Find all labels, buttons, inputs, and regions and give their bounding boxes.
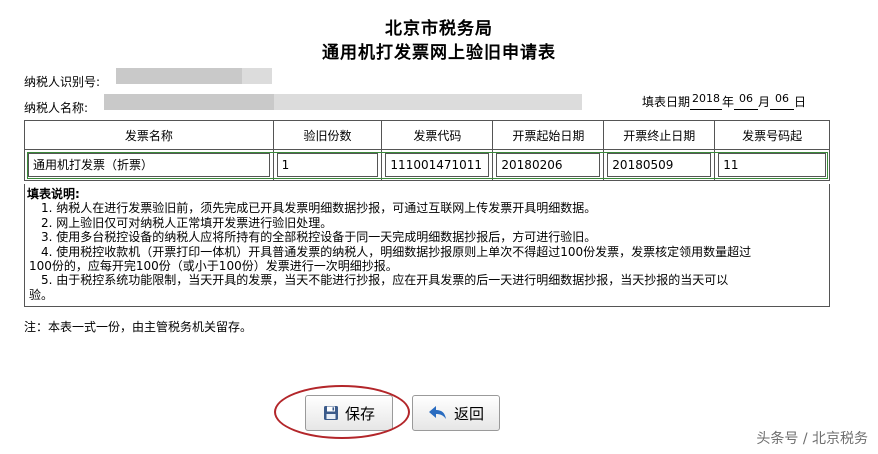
footer-note: 注：本表一式一份，由主管税务机关留存。 xyxy=(24,320,253,334)
back-button[interactable]: 返回 xyxy=(412,395,500,431)
fill-date-label: 填表日期 xyxy=(642,95,691,109)
fill-date-year-unit: 年 xyxy=(722,95,735,109)
fill-date-day: 06 xyxy=(775,92,790,105)
col-invoice-code: 发票代码 xyxy=(381,120,494,150)
taxpayer-id-label: 纳税人识别号: xyxy=(24,75,101,89)
col-end-date: 开票终止日期 xyxy=(603,120,716,150)
page-title: 北京市税务局 xyxy=(385,19,493,39)
invoice-code-field[interactable]: 111001471011 xyxy=(385,153,490,177)
instruction-item-continued: 100份的，应每开完100份（或小于100份）发票进行一次明细抄报。 xyxy=(29,259,398,274)
fill-date-day-unit: 日 xyxy=(794,95,807,109)
return-arrow-icon xyxy=(428,405,448,421)
back-button-label: 返回 xyxy=(453,404,484,423)
instructions-heading: 填表说明: xyxy=(27,187,80,201)
fill-date-year: 2018 xyxy=(692,92,721,105)
instruction-item: 2. 网上验旧仅可对纳税人正常填开发票进行验旧处理。 xyxy=(41,215,333,230)
start-date-field[interactable]: 20180206 xyxy=(496,153,601,177)
end-date-field[interactable]: 20180509 xyxy=(607,153,712,177)
instructions-panel: 填表说明: 1. 纳税人在进行发票验旧前，须先完成已开具发票明细数据抄报，可通过… xyxy=(24,184,830,308)
col-number-start: 发票号码起 xyxy=(714,120,830,150)
col-start-date: 开票起始日期 xyxy=(492,120,605,150)
instruction-item: 5. 由于税控系统功能限制，当天开具的发票，当天不能进行抄报，应在开具发票的后一… xyxy=(41,273,729,288)
taxpayer-id-redacted-tail xyxy=(242,68,272,84)
table-row: 通用机打发票（折票） 1 111001471011 20180206 20180… xyxy=(24,149,830,181)
invoice-table: 发票名称 验旧份数 发票代码 开票起始日期 开票终止日期 发票号码起 通用机打发… xyxy=(24,120,830,181)
fill-date-month-unit: 月 xyxy=(758,95,771,109)
fill-date: 填表日期 2018 年 06 月 06 日 xyxy=(642,92,807,110)
watermark: 头条号 / 北京税务 xyxy=(756,431,868,447)
form-title: 通用机打发票网上验旧申请表 xyxy=(322,43,556,63)
instruction-item: 3. 使用多台税控设备的纳税人应将所持有的全部税控设备于同一天完成明细数据抄报后… xyxy=(41,230,597,245)
taxpayer-name-redacted xyxy=(104,94,274,110)
taxpayer-name-label: 纳税人名称: xyxy=(24,101,89,115)
instruction-item-continued: 验。 xyxy=(29,287,54,302)
invoice-name-field[interactable]: 通用机打发票（折票） xyxy=(28,153,270,177)
check-count-field[interactable]: 1 xyxy=(276,153,379,177)
highlight-ring xyxy=(274,385,410,439)
instruction-item: 4. 使用税控收款机（开票打印一体机）开具普通发票的纳税人，明细数据抄报原则上单… xyxy=(41,244,752,259)
number-start-field[interactable]: 11 xyxy=(718,153,826,177)
taxpayer-name-redacted-tail xyxy=(274,94,582,110)
taxpayer-id-redacted xyxy=(116,68,242,84)
table-header-row: 发票名称 验旧份数 发票代码 开票起始日期 开票终止日期 发票号码起 xyxy=(24,120,830,150)
col-check-count: 验旧份数 xyxy=(272,120,383,150)
instruction-item: 1. 纳税人在进行发票验旧前，须先完成已开具发票明细数据抄报，可通过互联网上传发… xyxy=(41,201,597,216)
fill-date-month: 06 xyxy=(739,92,754,105)
col-invoice-name: 发票名称 xyxy=(24,120,274,150)
